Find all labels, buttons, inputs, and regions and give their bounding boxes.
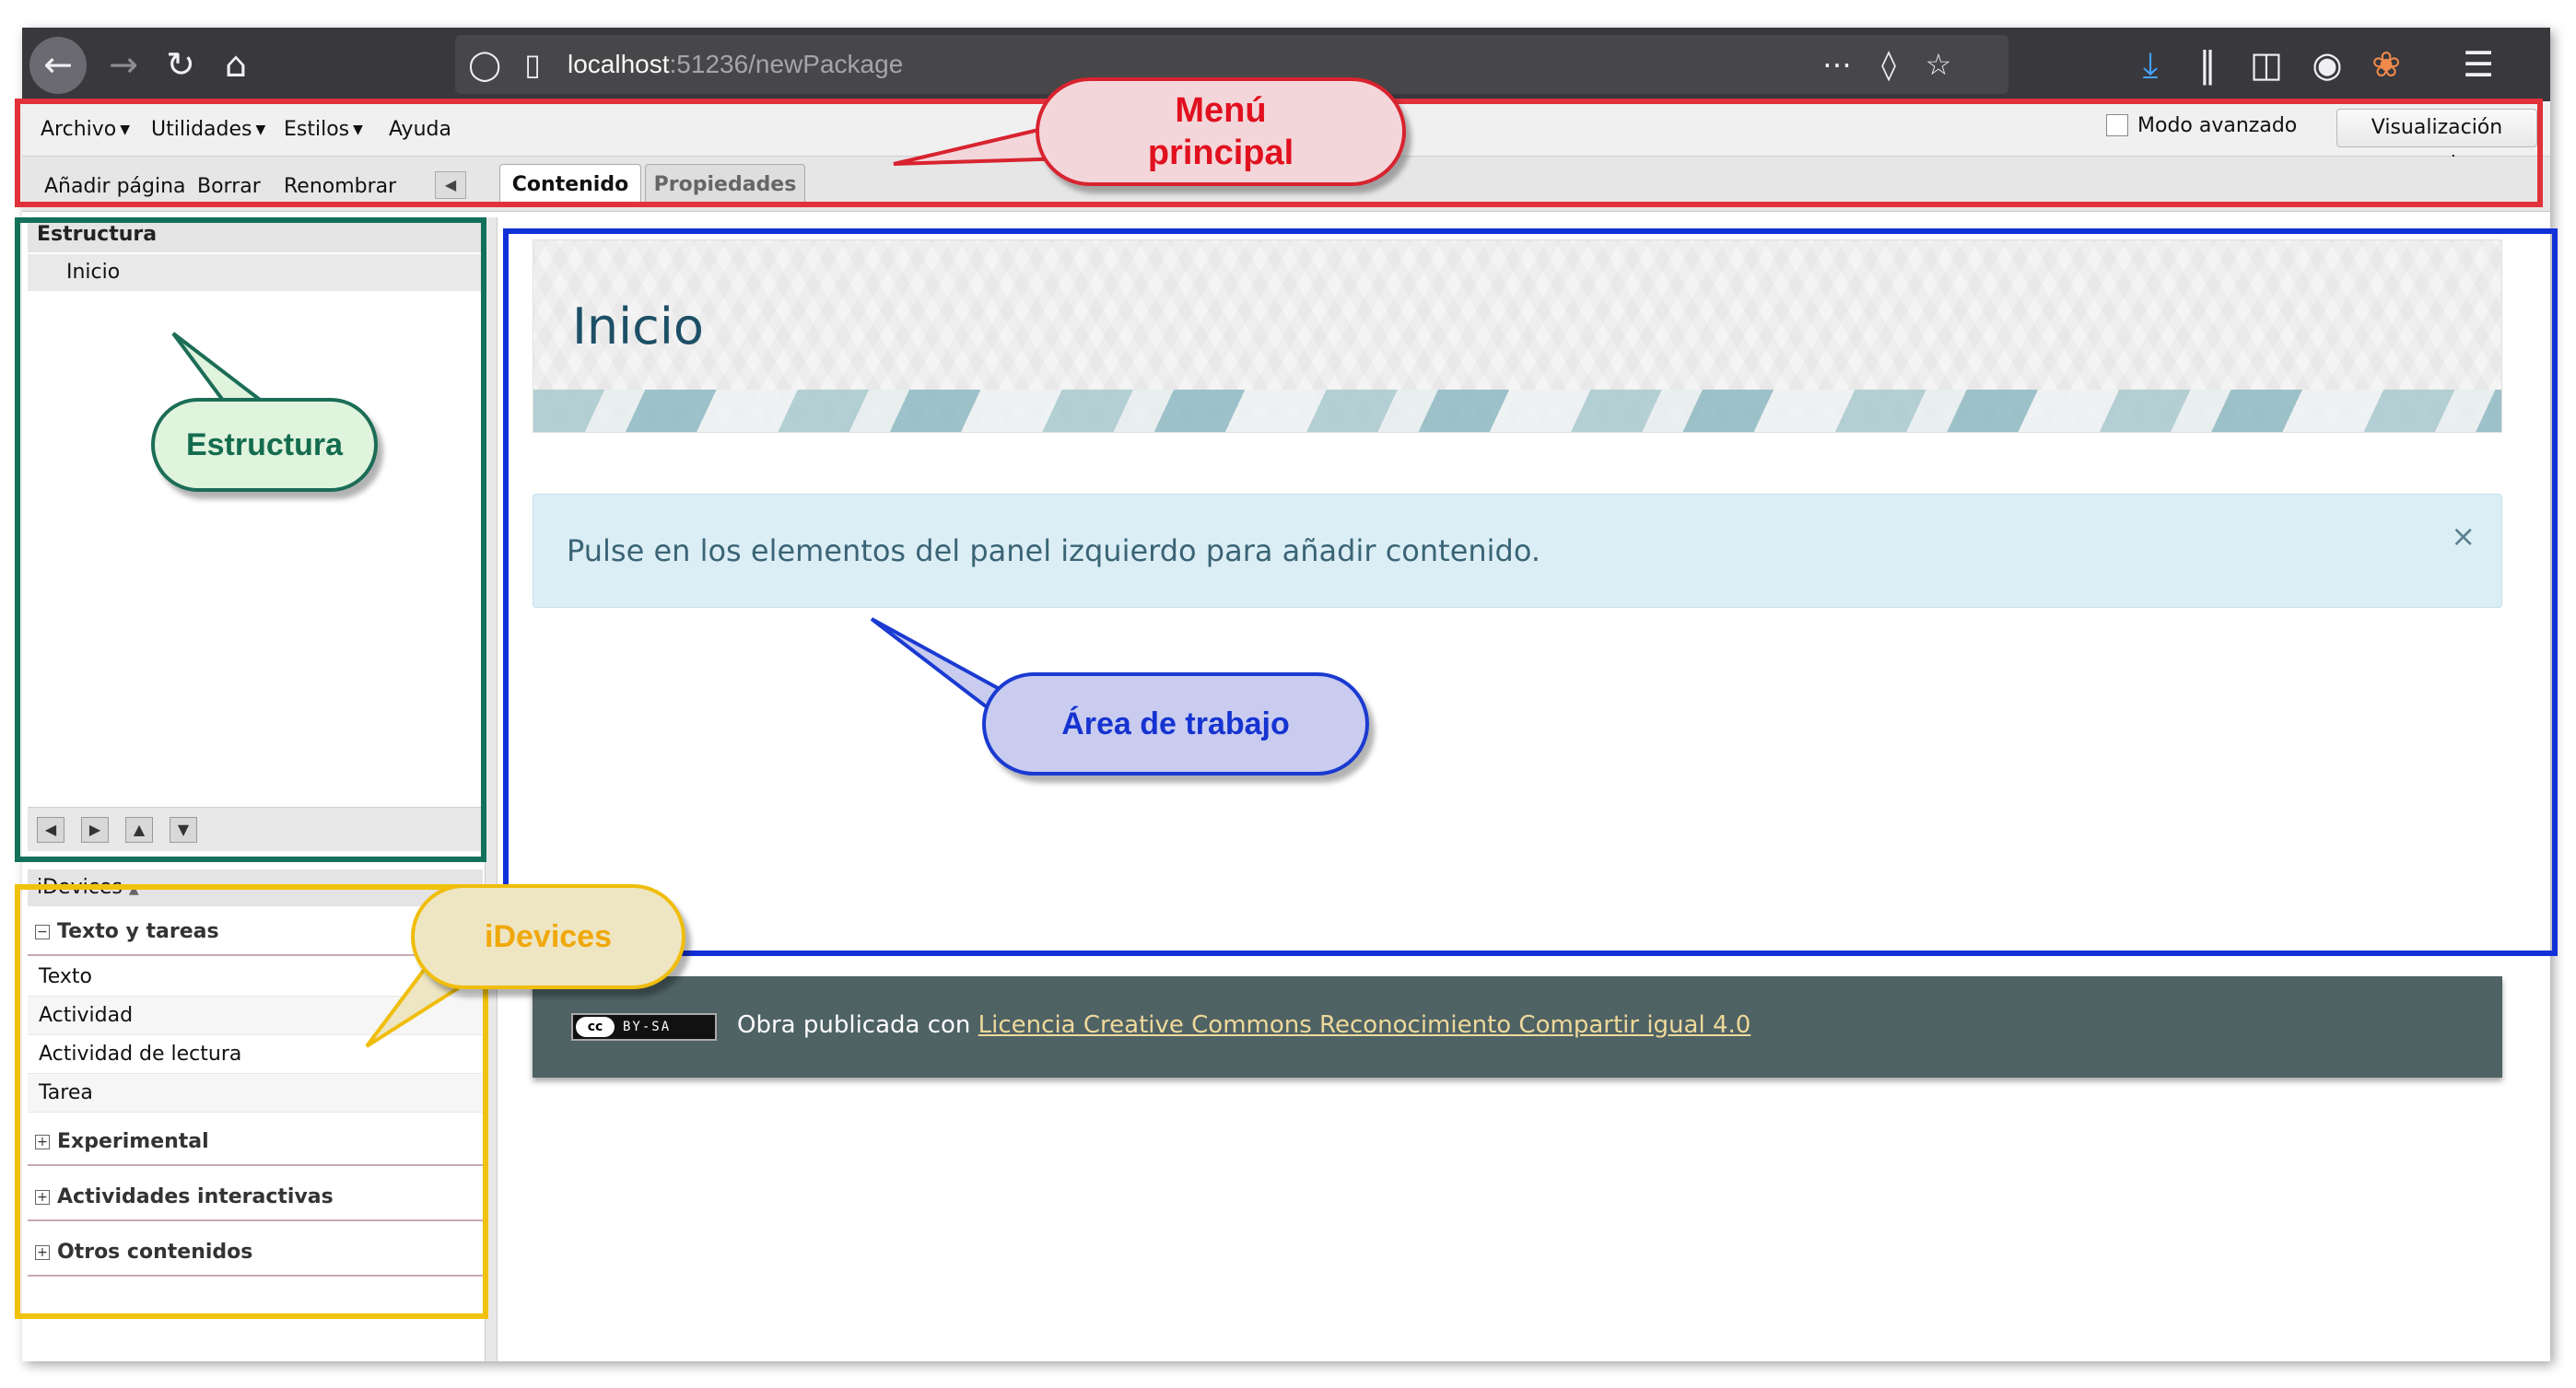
page-icon: ▯ <box>524 47 541 82</box>
pocket-icon[interactable]: ◊ <box>1865 41 1913 88</box>
url-host: localhost <box>568 50 670 78</box>
shield-icon[interactable]: ◯ <box>461 41 509 88</box>
home-icon[interactable]: ⌂ <box>212 41 260 88</box>
cc-by-sa-badge: cc BY-SA <box>571 1013 717 1041</box>
workspace-highlight-frame <box>503 228 2558 956</box>
download-icon[interactable]: ⤓ <box>2126 41 2174 88</box>
footer-prefix: Obra publicada con <box>737 1011 971 1039</box>
license-footer: cc BY-SA Obra publicada con Licencia Cre… <box>533 976 2502 1078</box>
menu-callout-line2: principal <box>1147 134 1294 172</box>
sidebar-icon[interactable]: ◫ <box>2242 41 2290 88</box>
structure-callout: Estructura <box>151 398 378 492</box>
back-arrow-icon[interactable]: ← <box>29 37 87 94</box>
url-text[interactable]: localhost:51236/newPackage <box>568 35 903 94</box>
structure-highlight-frame <box>15 217 486 862</box>
cc-logo-icon: cc <box>576 1017 615 1037</box>
menu-callout: Menú principal <box>1036 77 1406 186</box>
reload-icon[interactable]: ↻ <box>157 41 205 88</box>
bookmark-star-icon[interactable]: ☆ <box>1914 41 1962 88</box>
forward-arrow-icon[interactable]: → <box>100 41 147 88</box>
idevices-callout: iDevices <box>411 884 685 989</box>
url-path: :51236/newPackage <box>669 50 904 78</box>
menu-callout-line1: Menú <box>1175 91 1267 130</box>
account-icon[interactable]: ◉ <box>2303 41 2351 88</box>
hamburger-menu-icon[interactable]: ☰ <box>2454 41 2502 88</box>
license-badge-text: BY-SA <box>623 1020 672 1034</box>
extension-icon[interactable]: ❀ <box>2362 41 2410 88</box>
footer-text: Obra publicada con Licencia Creative Com… <box>737 1011 1751 1039</box>
license-link[interactable]: Licencia Creative Commons Reconocimiento… <box>978 1011 1751 1039</box>
library-icon[interactable]: ‖ <box>2184 41 2231 88</box>
workspace-callout: Área de trabajo <box>982 672 1369 776</box>
more-actions-icon[interactable]: ⋯ <box>1813 41 1861 88</box>
